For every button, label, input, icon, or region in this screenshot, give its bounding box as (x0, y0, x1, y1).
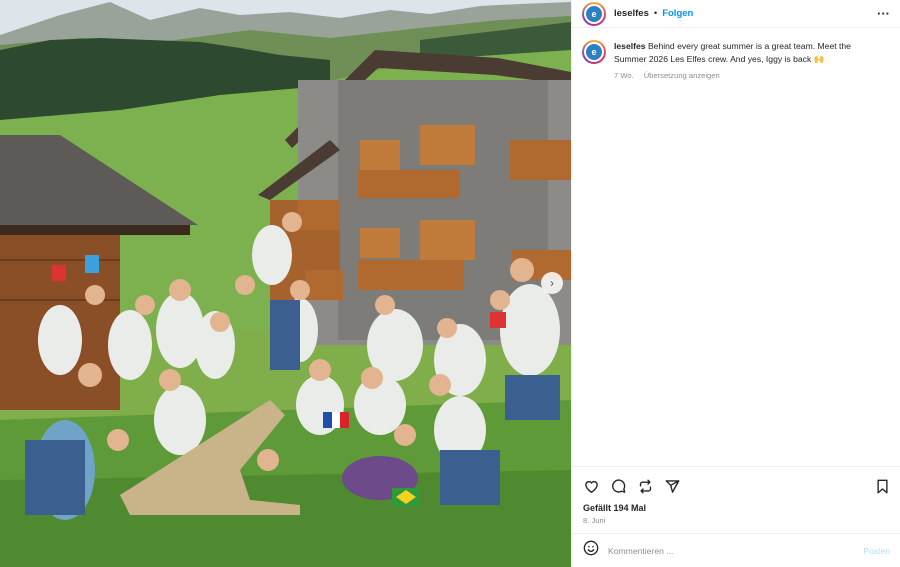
header-username[interactable]: leselfes (614, 8, 649, 19)
likes-count[interactable]: Gefällt 194 Mal (572, 497, 900, 513)
comment-icon[interactable] (610, 478, 627, 495)
post-modal: › e leselfes • Folgen ··· e leselfes Beh… (0, 0, 900, 567)
comment-input[interactable] (608, 545, 864, 556)
caption-text: Behind every great summer is a great tea… (614, 41, 851, 64)
caption-avatar-logo: e (586, 44, 602, 60)
bookmark-icon[interactable] (874, 478, 891, 495)
share-icon[interactable] (664, 478, 681, 495)
avatar[interactable]: e (582, 1, 606, 26)
group-photo-illustration (0, 0, 571, 567)
follow-button[interactable]: Folgen (662, 8, 693, 19)
next-photo-button[interactable]: › (541, 272, 563, 294)
heart-icon[interactable] (583, 478, 600, 495)
actions-section: Gefällt 194 Mal 8. Juni (572, 466, 900, 525)
post-sidebar: e leselfes • Folgen ··· e leselfes Behin… (571, 0, 900, 567)
action-icons (572, 467, 900, 497)
comment-bar: Posten (572, 533, 900, 567)
repost-icon[interactable] (637, 478, 654, 495)
caption-body: leselfes Behind every great summer is a … (614, 40, 880, 82)
caption: e leselfes Behind every great summer is … (572, 28, 900, 82)
post-comment-button[interactable]: Posten (863, 546, 890, 556)
post-header: e leselfes • Folgen ··· (572, 0, 900, 28)
post-date: 8. Juni (583, 516, 606, 525)
caption-avatar[interactable]: e (582, 40, 606, 64)
more-options-icon[interactable]: ··· (877, 6, 890, 21)
translate-link[interactable]: Übersetzung anzeigen (644, 69, 720, 82)
post-age: 7 Wo. (614, 71, 634, 80)
post-photo[interactable]: › (0, 0, 571, 567)
smiley-icon[interactable] (583, 540, 599, 561)
caption-meta: 7 Wo. Übersetzung anzeigen (614, 69, 880, 82)
avatar-logo: e (586, 5, 602, 22)
separator-dot: • (653, 8, 658, 19)
caption-username[interactable]: leselfes (614, 41, 646, 51)
